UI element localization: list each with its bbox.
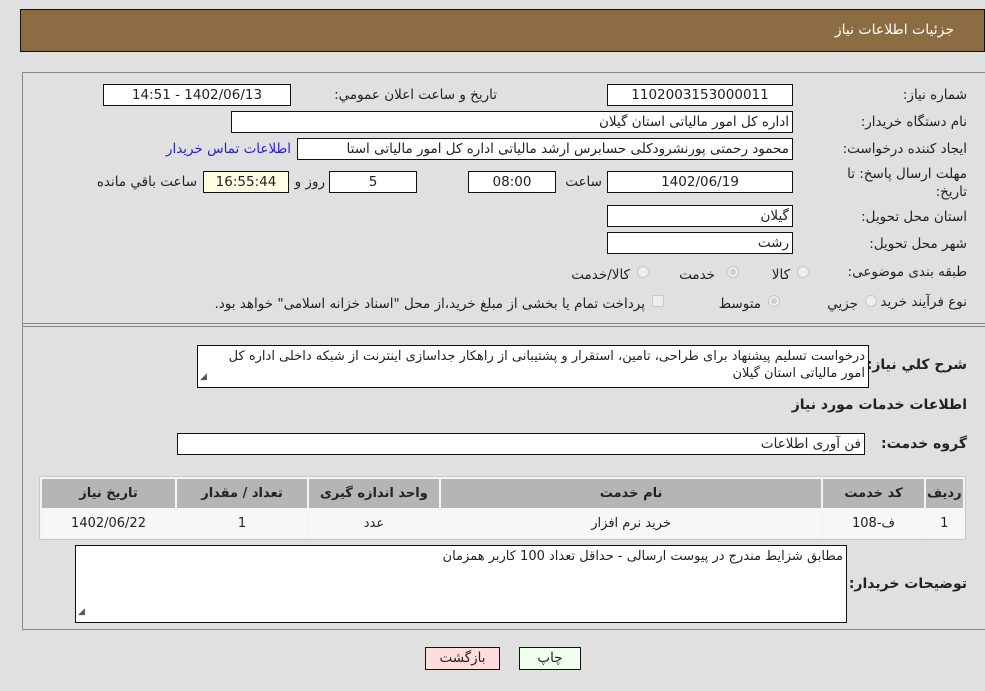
treasury-note: پرداخت تمام یا بخشی از مبلغ خرید،از محل … [214,296,645,312]
announce-datetime-label: تاريخ و ساعت اعلان عمومي: [334,87,497,103]
category-option-goods: کالا [771,267,790,283]
table-row: 1 ف-108 خرید نرم افزار عدد 1 1402/06/22 [42,510,963,537]
remaining-days-label: روز و [294,174,325,190]
purchase-option-minor: جزيي [827,296,858,312]
col-service-code: کد خدمت [823,479,924,508]
requester-field: محمود رحمتی پورنشرودکلی حسابرس ارشد مالی… [297,138,793,160]
description-label: شرح کلي نياز: [866,357,967,373]
page-header: جزئيات اطلاعات نياز [20,9,985,52]
col-service-name: نام خدمت [440,479,822,508]
category-option-service: خدمت [679,267,715,283]
resize-grip-icon[interactable]: ◢ [78,604,85,621]
category-radio-goods-service[interactable] [637,266,649,278]
deadline-time-label: ساعت [565,174,602,190]
deadline-time-field: 08:00 [468,171,556,193]
cell-service-name: خرید نرم افزار [440,510,822,537]
cell-need-date: 1402/06/22 [42,510,176,537]
cell-unit: عدد [308,510,439,537]
resize-grip-icon[interactable]: ◢ [200,369,207,386]
remaining-time-field: 16:55:44 [203,171,289,193]
buyer-notes-text: مطابق شزایط مندرج در پیوست ارسالی - حداق… [442,549,843,564]
category-label: طبقه بندی موضوعی: [847,264,967,280]
province-field: گیلان [607,205,793,227]
category-option-goods-service: کالا/خدمت [571,267,630,283]
need-number-label: شماره نیاز: [902,87,967,103]
col-row-number: رديف [925,479,963,508]
buyer-notes-label: توضیحات خریدار: [848,576,967,592]
buyer-notes-textarea[interactable]: مطابق شزایط مندرج در پیوست ارسالی - حداق… [75,545,847,623]
deadline-date-field: 1402/06/19 [607,171,793,193]
back-button[interactable]: بازگشت [425,647,500,670]
remaining-days-field: 5 [329,171,417,193]
requester-label: ایجاد کننده درخواست: [842,141,967,157]
city-field: رشت [607,232,793,254]
buyer-contact-link[interactable]: اطلاعات تماس خریدار [166,141,291,157]
announce-datetime-field: 1402/06/13 - 14:51 [103,84,291,106]
buyer-org-label: نام دستگاه خریدار: [860,114,967,130]
need-number-field: 1102003153000011 [607,84,793,106]
need-details-panel: شماره نیاز: 1102003153000011 تاريخ و ساع… [22,72,985,630]
purchase-radio-minor[interactable] [865,295,877,307]
remaining-time-label: ساعت باقي مانده [96,174,197,190]
table-header-row: رديف کد خدمت نام خدمت واحد اندازه گیری ت… [42,479,963,508]
buyer-org-field: اداره کل امور مالیاتی استان گیلان [231,111,793,133]
category-radio-goods[interactable] [797,266,809,278]
description-textarea[interactable]: درخواست تسلیم پیشنهاد برای طراحی، تامین،… [197,345,869,388]
service-group-field: فن آوری اطلاعات [177,433,865,455]
province-label: استان محل تحویل: [861,209,967,225]
page-title: جزئيات اطلاعات نياز [834,22,954,38]
purchase-type-label: نوع فرآیند خرید : [871,294,967,310]
print-button[interactable]: چاپ [519,647,581,670]
purchase-radio-medium[interactable] [768,295,780,307]
deadline-label: مهلت ارسال پاسخ: تا تاریخ: [847,166,967,200]
category-radio-service[interactable] [727,266,739,278]
purchase-option-medium: متوسط [718,296,761,312]
cell-service-code: ف-108 [823,510,924,537]
treasury-checkbox[interactable] [652,295,664,307]
services-table: رديف کد خدمت نام خدمت واحد اندازه گیری ت… [39,476,966,540]
cell-quantity: 1 [177,510,307,537]
description-text: درخواست تسلیم پیشنهاد برای طراحی، تامین،… [228,349,865,381]
col-need-date: تاریخ نیاز [42,479,176,508]
service-group-label: گروه خدمت: [881,436,967,452]
services-section-title: اطلاعات خدمات مورد نياز [791,397,967,413]
separator [23,326,985,327]
separator [23,323,985,324]
col-unit: واحد اندازه گیری [308,479,439,508]
city-label: شهر محل تحویل: [869,236,967,252]
col-quantity: تعداد / مقدار [177,479,307,508]
cell-row-number: 1 [925,510,963,537]
